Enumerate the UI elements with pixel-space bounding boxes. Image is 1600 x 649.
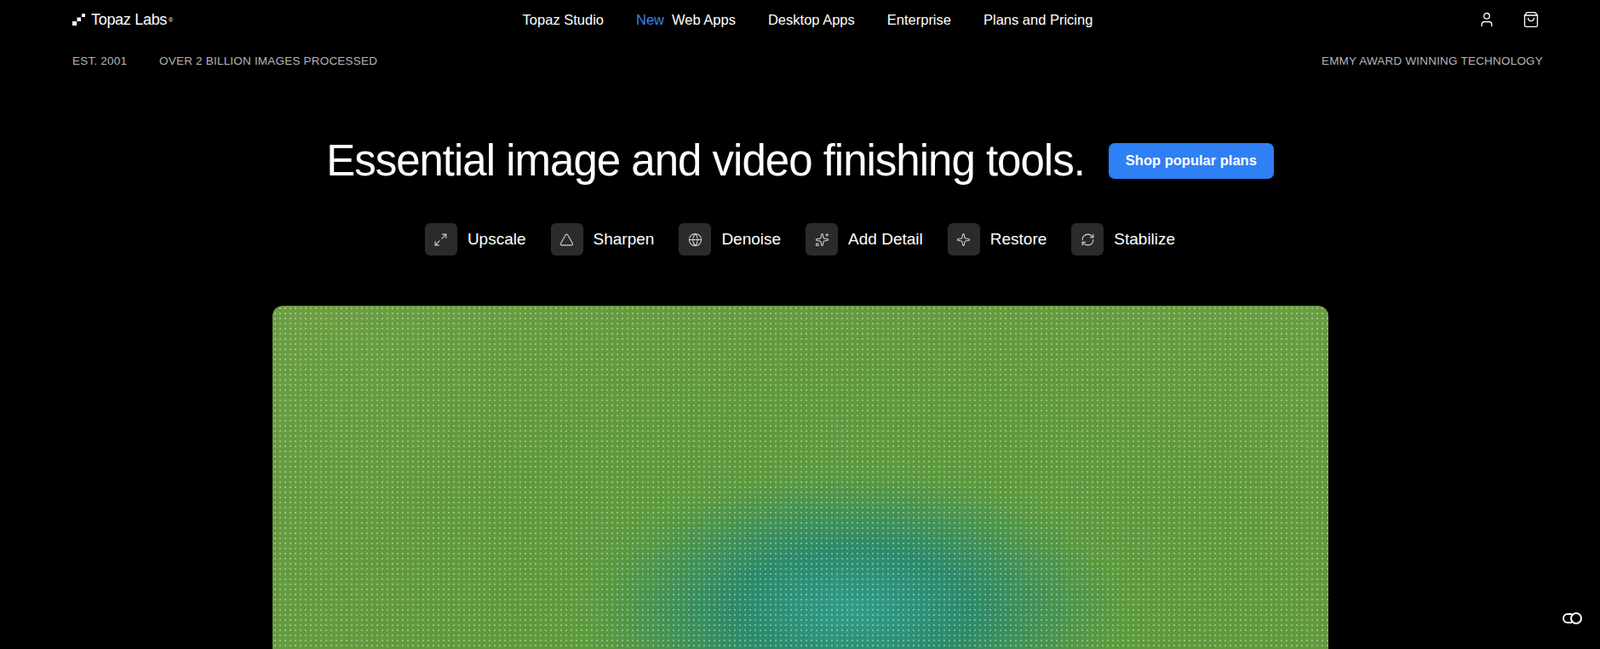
feature-item[interactable]: Restore [947,223,1048,256]
feature-icon [433,232,448,247]
feature-item[interactable]: Upscale [424,223,527,256]
stat: EST. 2001 [72,54,127,68]
main-nav: Topaz Studio NewWeb Apps Desktop Apps Enter… [522,11,1094,29]
feature-item[interactable]: Denoise [678,223,781,256]
feature-icon-box [805,223,838,256]
feature-icon [814,232,830,247]
logo-mark: ® [168,17,173,23]
feature-icon [688,232,703,247]
feature-icon-box [1071,223,1104,256]
feature-icon-box [678,223,712,256]
nav-item[interactable]: Topaz Studio [522,11,604,29]
nav-item[interactable]: NewWeb Apps [636,11,736,29]
nav-item[interactable]: Desktop Apps [768,11,855,29]
headline: Essential image and video finishing tool… [326,135,1085,186]
nav-badge: New [636,11,665,29]
feature-icon-box [550,223,584,256]
feature-item[interactable]: Stabilize [1071,223,1176,256]
hero-image [272,305,1329,649]
feature-item[interactable]: Add Detail [805,223,924,256]
logo[interactable]: Topaz Labs® [72,11,523,29]
cart-button[interactable] [1519,7,1543,32]
feature-icon [559,232,574,247]
shop-button[interactable]: Shop popular plans [1108,143,1274,179]
feature-icon-box [947,223,981,256]
stats-row: EST. 2001 OVER 2 BILLION IMAGES PROCESSED… [0,54,1600,68]
feature-icon [956,232,971,247]
bag-icon [1522,11,1540,29]
nav-item[interactable]: Enterprise [887,11,952,29]
feature-icon [1080,232,1096,247]
stat: EMMY AWARD WINNING TECHNOLOGY [1321,54,1543,68]
hero-top: Essential image and video finishing tool… [0,135,1600,186]
stat: OVER 2 BILLION IMAGES PROCESSED [159,54,378,68]
nav-item[interactable]: Plans and Pricing [983,11,1093,29]
header-icons [1092,7,1543,32]
chat-button[interactable] [1555,609,1590,627]
feature-list: Upscale Sharpen Denoise Add Detail Restore St… [0,223,1600,256]
logo-text: Topaz Labs [91,11,167,29]
feature-icon-box [424,223,458,256]
feature-item[interactable]: Sharpen [550,223,655,256]
account-button[interactable] [1474,7,1499,32]
user-icon [1478,11,1496,29]
header: Topaz Labs®Topaz StudioNewWeb AppsDeskto… [0,0,1600,40]
stats-left: EST. 2001 OVER 2 BILLION IMAGES PROCESSED [72,54,378,68]
logo-icon [72,13,87,26]
chat-icon [1560,610,1585,626]
page: Topaz Labs®Topaz StudioNewWeb AppsDeskto… [0,0,1600,649]
